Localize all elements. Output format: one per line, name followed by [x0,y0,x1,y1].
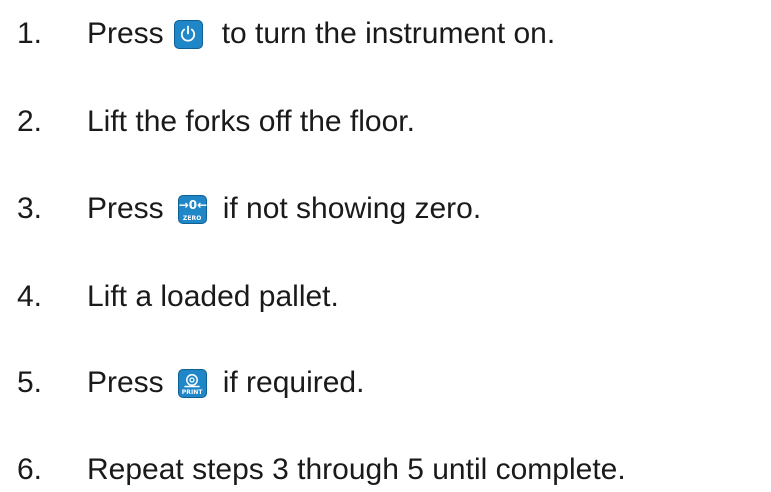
step-text: Lift the forks off the floor. [87,105,415,138]
step-number: 4. [17,280,43,313]
zero-button[interactable]: →0← ZERO [177,194,208,224]
zero-icon: →0← [178,197,208,212]
step-number: 5. [17,366,43,399]
step-number: 3. [17,192,43,225]
instruction-steps: 1. Press to turn the instrument on. 2. L… [0,0,771,492]
step-number: 2. [17,105,43,138]
step-text-before: Press [87,17,164,50]
step-text-after: if not showing zero. [222,192,482,225]
step-number: 6. [17,453,43,486]
step-text: Repeat steps 3 through 5 until complete. [87,453,626,486]
step-text: Lift a loaded pallet. [87,280,339,313]
step-text: Press PRINT if required. [87,363,364,403]
zero-key-label: ZERO [182,214,202,222]
power-icon [180,25,195,42]
print-button[interactable]: PRINT [177,368,207,398]
step-text-after: if required. [222,366,365,399]
print-key-label: PRINT [181,388,203,396]
step-text: Press →0← ZERO if not showing zero. [87,189,481,229]
power-button[interactable] [173,19,203,49]
step-text-before: Press [87,366,164,399]
step-text: Press to turn the instrument on. [87,14,555,54]
step-number: 1. [17,17,43,50]
step-text-before: Press [87,192,164,225]
step-text-after: to turn the instrument on. [221,17,556,50]
